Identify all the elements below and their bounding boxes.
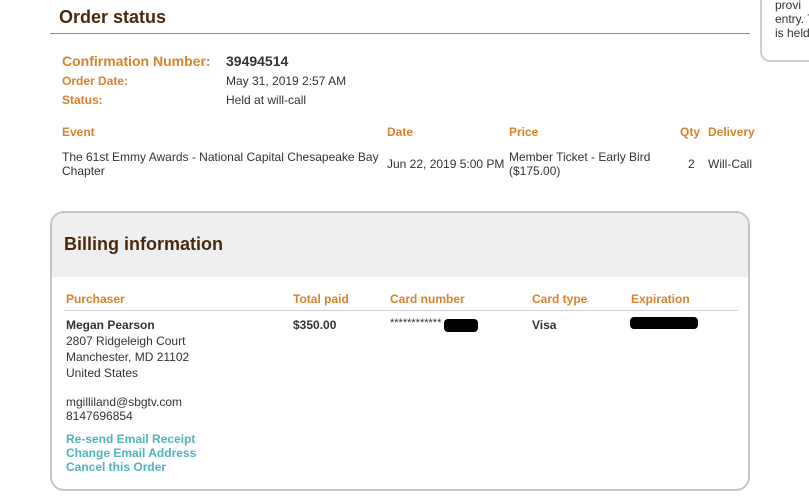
purchaser-phone: 8147696854 [66,409,133,423]
change-email-link[interactable]: Change Email Address [66,446,196,460]
cancel-order-link[interactable]: Cancel this Order [66,460,166,474]
delivery-header: Delivery [708,125,755,139]
purchaser-name: Megan Pearson [66,318,155,332]
event-price: Member Ticket - Early Bird ($175.00) [509,150,651,178]
title-divider [50,33,750,34]
qty-header: Qty [680,125,701,139]
confirmation-label: Confirmation Number: [62,53,211,69]
event-name: The 61st Emmy Awards - National Capital … [62,150,379,178]
side-info-panel: provi entry. T is held [760,0,809,62]
total-paid-value: $350.00 [293,318,337,332]
card-number-redaction [444,319,478,332]
status-label: Status: [62,93,103,107]
purchaser-address-line2: Manchester, MD 21102 [66,350,190,364]
confirmation-number: 39494514 [226,53,289,69]
event-date: Jun 22, 2019 5:00 PM [387,157,505,171]
card-number-header: Card number [390,292,465,306]
order-date-value: May 31, 2019 2:57 AM [226,74,347,88]
event-qty: 2 [688,157,695,171]
billing-header: Billing information [52,213,748,277]
event-delivery: Will-Call [708,157,752,171]
billing-panel: Billing information Purchaser Total paid… [50,211,750,491]
billing-title: Billing information [64,234,223,254]
purchaser-header: Purchaser [66,292,125,306]
expiration-header: Expiration [631,292,690,306]
resend-receipt-link[interactable]: Re-send Email Receipt [66,432,195,446]
card-type-value: Visa [532,318,557,332]
card-number-value: ************ [390,317,442,329]
expiration-redaction [630,317,698,329]
price-header: Price [509,125,539,139]
purchaser-details: Megan Pearson 2807 Ridgeleigh Court Manc… [66,317,189,423]
event-header: Event [62,125,95,139]
date-header: Date [387,125,414,139]
order-date-label: Order Date: [62,74,129,88]
status-value: Held at will-call [226,93,307,107]
page-title: Order status [59,7,167,27]
purchaser-email: mgilliland@sbgtv.com [66,395,182,409]
total-paid-header: Total paid [293,292,349,306]
billing-header-divider [64,310,738,311]
purchaser-country: United States [66,366,139,380]
purchaser-address-line1: 2807 Ridgeleigh Court [66,334,186,348]
card-type-header: Card type [532,292,588,306]
side-info-text: provi entry. T is held [775,0,809,40]
